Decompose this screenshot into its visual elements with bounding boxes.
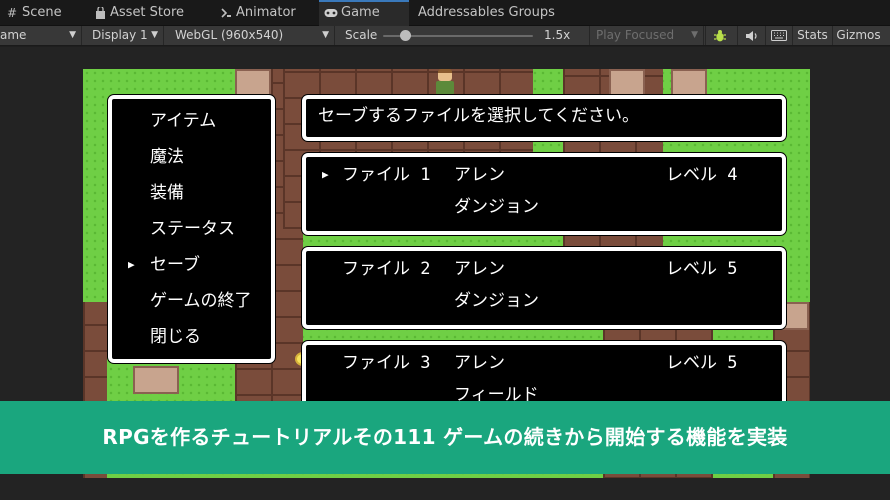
slot-level: レベル 5 xyxy=(666,259,738,279)
slot-location: ダンジョン xyxy=(454,197,539,217)
menu-item-equip[interactable]: 装備 xyxy=(150,181,184,205)
gizmos-button[interactable]: Gizmos xyxy=(832,26,884,45)
hash-icon: # xyxy=(6,6,18,20)
tab-asset-store[interactable]: Asset Store xyxy=(88,0,200,26)
slot-location: ダンジョン xyxy=(454,291,539,311)
slot-file-label: ファイル 1 xyxy=(342,165,431,185)
stone-block xyxy=(671,69,707,97)
slot-cursor-icon: ▶ xyxy=(322,168,329,181)
menu-item-item[interactable]: アイテム xyxy=(150,109,216,133)
menu-item-quit-game[interactable]: ゲームの終了 xyxy=(150,289,252,313)
command-menu-window: アイテム 魔法 装備 ステータス ▶ セーブ ゲームの終了 閉じる xyxy=(108,95,275,363)
display-value: Display 1 xyxy=(92,28,148,42)
tab-scene-label: Scene xyxy=(22,5,62,20)
display-dropdown[interactable]: Display 1 ▼ xyxy=(86,26,164,45)
slot-file-label: ファイル 2 xyxy=(342,259,431,279)
tab-animator[interactable]: Animator xyxy=(214,0,312,26)
save-slot-1[interactable]: ▶ ファイル 1 アレン レベル 4 ダンジョン xyxy=(302,153,786,235)
editor-tab-bar: # Scene Asset Store Animator Game Addres… xyxy=(0,0,890,26)
save-slot-2[interactable]: ファイル 2 アレン レベル 5 ダンジョン xyxy=(302,247,786,329)
tab-scene[interactable]: # Scene xyxy=(0,0,84,26)
tab-asset-store-label: Asset Store xyxy=(110,5,185,20)
save-prompt-text: セーブするファイルを選択してください。 xyxy=(318,106,639,126)
dropdown-arrow-icon: ▼ xyxy=(151,30,158,40)
slot-level: レベル 4 xyxy=(666,165,738,185)
tab-addressables-label: Addressables Groups xyxy=(418,5,555,20)
menu-cursor-icon: ▶ xyxy=(128,258,135,271)
speaker-icon xyxy=(745,28,759,42)
resolution-dropdown[interactable]: WebGL (960x540) ▼ xyxy=(169,26,335,45)
stone-block xyxy=(133,366,179,394)
gamepad-icon xyxy=(323,2,339,24)
mute-audio-button[interactable] xyxy=(737,26,765,45)
stats-button[interactable]: Stats xyxy=(792,26,832,45)
message-window: セーブするファイルを選択してください。 xyxy=(302,95,786,141)
menu-item-close[interactable]: 閉じる xyxy=(150,325,201,349)
keyboard-icon xyxy=(770,28,787,42)
bag-icon xyxy=(92,0,108,26)
resolution-value: WebGL (960x540) xyxy=(175,28,284,42)
animator-icon xyxy=(218,0,234,26)
view-mode-value: ame xyxy=(0,28,27,42)
tab-addressables-groups[interactable]: Addressables Groups xyxy=(396,0,566,26)
slot-level: レベル 5 xyxy=(666,353,738,373)
bug-toggle[interactable] xyxy=(705,26,733,45)
dropdown-arrow-icon: ▼ xyxy=(322,30,329,40)
scale-slider-handle[interactable] xyxy=(400,30,411,41)
view-mode-dropdown[interactable]: ame ▼ xyxy=(0,26,82,45)
slot-hero-name: アレン xyxy=(454,353,505,373)
title-banner: RPGを作るチュートリアルその111 ゲームの続きから開始する機能を実装 xyxy=(0,401,890,474)
menu-item-magic[interactable]: 魔法 xyxy=(150,145,184,169)
slot-hero-name: アレン xyxy=(454,165,505,185)
tab-game-label: Game xyxy=(341,5,380,20)
slot-hero-name: アレン xyxy=(454,259,505,279)
banner-title: RPGを作るチュートリアルその111 ゲームの続きから開始する機能を実装 xyxy=(102,425,788,449)
menu-item-status[interactable]: ステータス xyxy=(150,217,235,241)
play-mode-value: Play Focused xyxy=(596,28,675,42)
game-view-toolbar: ame ▼ Display 1 ▼ WebGL (960x540) ▼ Scale 1… xyxy=(0,26,890,46)
player-character xyxy=(433,69,457,95)
play-mode-dropdown[interactable]: Play Focused ▼ xyxy=(589,26,704,45)
dropdown-arrow-icon: ▼ xyxy=(691,30,698,40)
scale-label: Scale xyxy=(345,28,378,42)
stone-block xyxy=(235,69,271,97)
menu-item-save[interactable]: セーブ xyxy=(150,253,200,277)
scale-value: 1.5x xyxy=(544,28,571,42)
dropdown-arrow-icon: ▼ xyxy=(69,30,76,40)
stone-block xyxy=(609,69,645,97)
bug-icon xyxy=(713,28,727,42)
tab-animator-label: Animator xyxy=(236,5,296,20)
keyboard-shortcuts-button[interactable] xyxy=(765,26,791,45)
slot-file-label: ファイル 3 xyxy=(342,353,431,373)
